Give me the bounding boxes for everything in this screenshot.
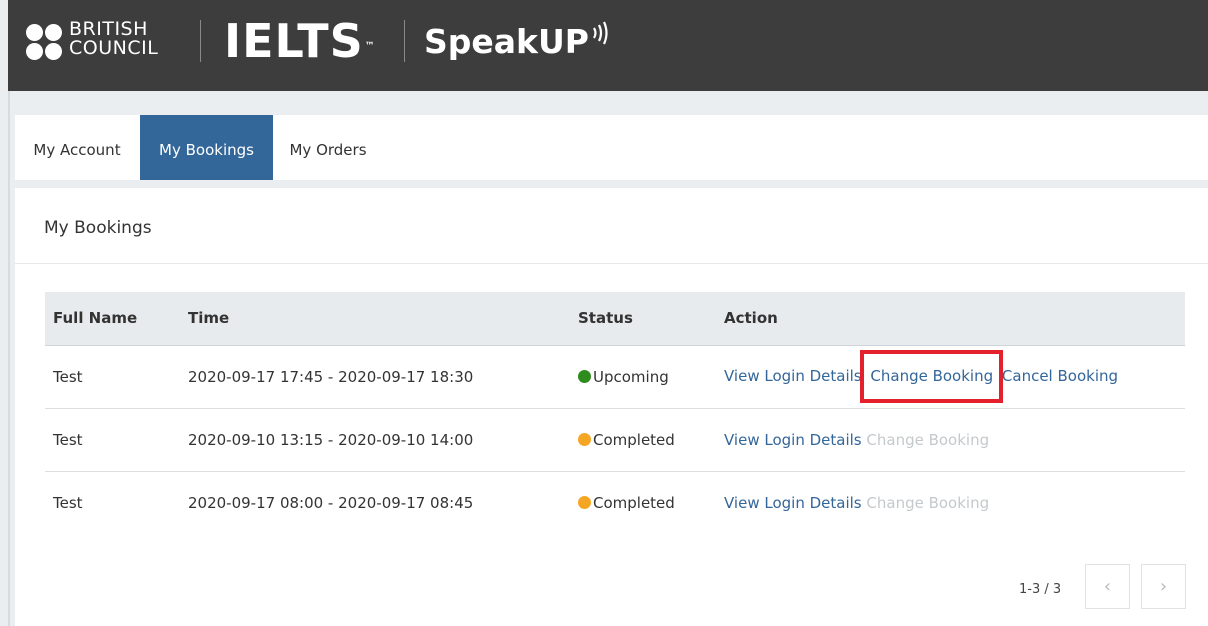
cell-time: 2020-09-10 13:15 - 2020-09-10 14:00	[180, 408, 570, 472]
chevron-left-icon: ‹	[1103, 576, 1112, 597]
tab-my-bookings[interactable]: My Bookings	[140, 115, 273, 180]
view-login-details-link[interactable]: View Login Details	[724, 431, 862, 449]
cell-full-name: Test	[45, 345, 180, 409]
column-header-status: Status	[570, 292, 716, 346]
view-login-details-link[interactable]: View Login Details	[724, 367, 862, 385]
panel-title: My Bookings	[44, 218, 152, 238]
sound-waves-icon	[593, 21, 608, 45]
table-header-row: Full Name Time Status Action	[45, 292, 1185, 346]
view-login-details-link[interactable]: View Login Details	[724, 494, 862, 512]
next-page-button[interactable]: ›	[1141, 564, 1186, 609]
app-header: BRITISH COUNCIL IELTS™ SpeakUP	[8, 0, 1208, 91]
cell-status: Completed	[570, 471, 716, 534]
highlight-box: Change Booking	[860, 350, 1004, 403]
change-booking-link-disabled: Change Booking	[866, 493, 990, 512]
status-dot-icon	[578, 369, 591, 383]
cell-full-name: Test	[45, 408, 180, 472]
british-council-wordmark: BRITISH COUNCIL	[69, 18, 159, 59]
cell-status: Upcoming	[570, 345, 716, 409]
logo-separator	[404, 20, 405, 62]
table-row: Test 2020-09-10 13:15 - 2020-09-10 14:00…	[45, 408, 1185, 472]
column-header-full-name: Full Name	[45, 292, 180, 346]
column-header-time: Time	[180, 292, 570, 346]
cell-status: Completed	[570, 408, 716, 472]
status-label: Upcoming	[593, 367, 669, 386]
status-label: Completed	[593, 430, 675, 449]
change-booking-link[interactable]: Change Booking	[870, 367, 993, 385]
pagination-info: 1-3 / 3	[1019, 582, 1062, 597]
account-tabs: My Account My Bookings My Orders	[15, 115, 1208, 180]
british-council-logo: BRITISH COUNCIL	[26, 20, 186, 64]
ielts-logo: IELTS™	[224, 14, 376, 68]
divider	[15, 263, 1208, 264]
tab-my-account[interactable]: My Account	[15, 115, 139, 180]
column-header-action: Action	[716, 292, 1185, 346]
previous-page-button[interactable]: ‹	[1085, 564, 1130, 609]
tab-my-orders[interactable]: My Orders	[273, 115, 383, 180]
status-dot-icon	[578, 495, 591, 509]
cell-actions: View Login Details Change Booking	[716, 471, 1185, 534]
change-booking-link-disabled: Change Booking	[866, 430, 990, 449]
bookings-table: Full Name Time Status Action Test 2020-0…	[45, 292, 1185, 534]
table-row: Test 2020-09-17 08:00 - 2020-09-17 08:45…	[45, 471, 1185, 534]
logo-separator	[200, 20, 201, 62]
cell-actions: View Login Details Change Booking	[716, 408, 1185, 472]
cell-full-name: Test	[53, 493, 83, 512]
chevron-right-icon: ›	[1159, 576, 1168, 597]
cell-time: 2020-09-17 08:00 - 2020-09-17 08:45	[188, 493, 474, 512]
status-dot-icon	[578, 432, 591, 446]
table-row: Test 2020-09-17 17:45 - 2020-09-17 18:30…	[45, 345, 1185, 409]
cell-time: 2020-09-17 17:45 - 2020-09-17 18:30	[180, 345, 570, 409]
cell-actions: View Login Details Change Booking Cancel…	[716, 345, 1185, 409]
cancel-booking-link[interactable]: Cancel Booking	[1002, 367, 1118, 385]
speakup-logo: SpeakUP	[424, 20, 611, 64]
status-label: Completed	[593, 493, 675, 512]
bookings-panel: My Bookings Full Name Time Status Action…	[15, 188, 1208, 626]
british-council-dots-icon	[26, 22, 66, 62]
left-border	[8, 91, 10, 626]
